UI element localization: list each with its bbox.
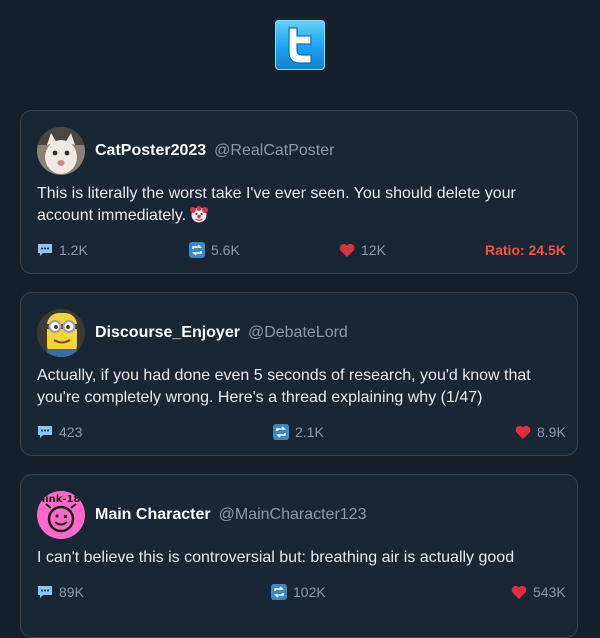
like-count: 543K	[533, 584, 566, 600]
blink182-avatar-icon: blink-182	[37, 491, 85, 539]
user-avatar[interactable]	[37, 309, 85, 357]
like-count: 12K	[361, 242, 386, 258]
tweet-text: This is literally the worst take I've ev…	[37, 183, 557, 230]
twitter-logo-icon[interactable]	[275, 20, 325, 70]
tweet-text-content: Actually, if you had done even 5 seconds…	[37, 367, 531, 406]
like-stat[interactable]: 8.9K	[515, 424, 566, 440]
clown-face-icon	[190, 205, 209, 230]
tweet-text-content: This is literally the worst take I've ev…	[37, 185, 516, 224]
retweet-icon	[189, 242, 205, 258]
ratio-badge: Ratio: 24.5K	[485, 242, 566, 258]
reply-icon	[38, 426, 52, 438]
retweet-icon	[273, 424, 289, 440]
display-name[interactable]: CatPoster2023	[95, 142, 206, 159]
tweet-author: Discourse_Enjoyer @DebateLord	[95, 324, 348, 342]
cat-avatar-icon	[37, 127, 85, 175]
avatar-logo-text: blink-182	[37, 494, 85, 505]
reply-stat[interactable]: 89K	[37, 584, 84, 600]
retweet-stat[interactable]: 2.1K	[273, 424, 324, 440]
user-handle[interactable]: @RealCatPoster	[214, 142, 334, 159]
user-avatar[interactable]: blink-182	[37, 491, 85, 539]
retweet-count: 2.1K	[295, 424, 324, 440]
heart-icon	[511, 585, 527, 599]
tweet-text: Actually, if you had done even 5 seconds…	[37, 365, 557, 409]
reply-stat[interactable]: 1.2K	[37, 242, 88, 258]
retweet-icon	[271, 584, 287, 600]
tweet-card[interactable]: blink-182 Main Character @MainCharacter12…	[20, 474, 578, 638]
tweet-text-content: I can't believe this is controversial bu…	[37, 549, 515, 566]
like-stat[interactable]: 543K	[511, 584, 566, 600]
reply-icon	[38, 586, 52, 598]
like-stat[interactable]: 12K	[339, 242, 386, 258]
user-handle[interactable]: @MainCharacter123	[219, 506, 367, 523]
reply-stat[interactable]: 423	[37, 424, 82, 440]
retweet-count: 102K	[293, 584, 326, 600]
tweet-author: CatPoster2023 @RealCatPoster	[95, 142, 334, 160]
reply-count: 1.2K	[59, 242, 88, 258]
reply-count: 89K	[59, 584, 84, 600]
heart-icon	[339, 243, 355, 257]
tweet-author: Main Character @MainCharacter123	[95, 506, 366, 524]
user-handle[interactable]: @DebateLord	[248, 324, 348, 341]
ratio-count: Ratio: 24.5K	[485, 242, 566, 258]
user-avatar[interactable]	[37, 127, 85, 175]
tweet-card[interactable]: Discourse_Enjoyer @DebateLord Actually, i…	[20, 292, 578, 456]
minion-avatar-icon	[37, 309, 85, 357]
reply-icon	[38, 244, 52, 256]
retweet-stat[interactable]: 5.6K	[189, 242, 240, 258]
display-name[interactable]: Discourse_Enjoyer	[95, 324, 240, 341]
reply-count: 423	[59, 424, 83, 440]
heart-icon	[515, 425, 531, 439]
like-count: 8.9K	[537, 424, 566, 440]
retweet-stat[interactable]: 102K	[271, 584, 326, 600]
tweet-text: I can't believe this is controversial bu…	[37, 547, 557, 569]
display-name[interactable]: Main Character	[95, 506, 211, 523]
tweet-card[interactable]: CatPoster2023 @RealCatPoster This is lite…	[20, 110, 578, 274]
retweet-count: 5.6K	[211, 242, 240, 258]
